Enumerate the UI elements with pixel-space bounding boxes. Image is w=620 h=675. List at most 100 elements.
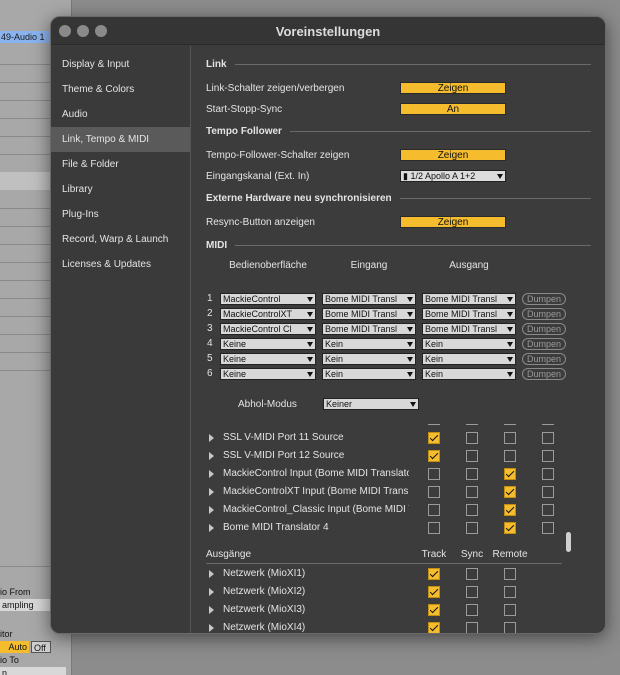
port-checkbox[interactable] bbox=[466, 486, 478, 498]
port-checkbox[interactable] bbox=[428, 468, 440, 480]
dump-button[interactable]: Dumpen bbox=[522, 353, 566, 365]
surface-select[interactable]: MackieControl bbox=[220, 293, 316, 305]
output-select[interactable]: Bome MIDI Transl bbox=[422, 293, 516, 305]
sidebar-item-file-folder[interactable]: File & Folder bbox=[51, 152, 190, 177]
input-select[interactable]: Kein bbox=[322, 338, 416, 350]
sidebar-item-theme-colors[interactable]: Theme & Colors bbox=[51, 77, 190, 102]
port-name: MackieControlXT Input (Bome MIDI Transla… bbox=[223, 486, 409, 497]
sidebar-item-audio[interactable]: Audio bbox=[51, 102, 190, 127]
port-checkbox[interactable] bbox=[466, 622, 478, 633]
port-checkbox[interactable] bbox=[504, 468, 516, 480]
dump-button[interactable]: Dumpen bbox=[522, 293, 566, 305]
disclosure-triangle-icon[interactable] bbox=[209, 434, 214, 442]
input-select[interactable]: Kein bbox=[322, 368, 416, 380]
link-toggle-button[interactable]: Zeigen bbox=[400, 82, 506, 94]
port-checkbox[interactable] bbox=[466, 450, 478, 462]
output-select[interactable]: Kein bbox=[422, 338, 516, 350]
port-checkbox[interactable] bbox=[542, 468, 554, 480]
chevron-down-icon bbox=[407, 342, 413, 347]
port-checkbox[interactable] bbox=[466, 586, 478, 598]
port-checkbox[interactable] bbox=[428, 504, 440, 516]
disclosure-triangle-icon[interactable] bbox=[209, 624, 214, 632]
select-text: Keine bbox=[223, 339, 247, 349]
dump-button[interactable]: Dumpen bbox=[522, 338, 566, 350]
tempo-follower-toggle-button[interactable]: Zeigen bbox=[400, 149, 506, 161]
output-select[interactable]: Kein bbox=[422, 368, 516, 380]
port-checkbox[interactable] bbox=[504, 432, 516, 444]
port-checkbox[interactable] bbox=[428, 432, 440, 444]
takeover-mode-select[interactable]: Keiner bbox=[323, 398, 419, 410]
port-checkbox[interactable] bbox=[504, 450, 516, 462]
port-checkbox[interactable] bbox=[428, 522, 440, 534]
surface-select[interactable]: MackieControl Cl bbox=[220, 323, 316, 335]
disclosure-triangle-icon[interactable] bbox=[209, 488, 214, 496]
monitor-auto-button[interactable]: Auto bbox=[0, 641, 29, 653]
sidebar-item-record-warp-launch[interactable]: Record, Warp & Launch bbox=[51, 227, 190, 252]
port-checkbox[interactable] bbox=[504, 604, 516, 616]
port-checkbox[interactable] bbox=[428, 604, 440, 616]
port-checkbox[interactable] bbox=[466, 604, 478, 616]
dump-button[interactable]: Dumpen bbox=[522, 368, 566, 380]
port-checkbox[interactable] bbox=[428, 486, 440, 498]
input-select[interactable]: Bome MIDI Transl bbox=[322, 293, 416, 305]
port-checkbox[interactable] bbox=[466, 504, 478, 516]
port-checkbox[interactable] bbox=[428, 586, 440, 598]
port-checkbox[interactable] bbox=[542, 522, 554, 534]
input-select[interactable]: Kein bbox=[322, 353, 416, 365]
sidebar-item-display-input[interactable]: Display & Input bbox=[51, 52, 190, 77]
sidebar-item-link-tempo-midi[interactable]: Link, Tempo & MIDI bbox=[51, 127, 190, 152]
port-checkbox[interactable] bbox=[466, 568, 478, 580]
midi-port-row: SSL V-MIDI Port 11 Source bbox=[206, 430, 595, 448]
sidebar-item-licenses-updates[interactable]: Licenses & Updates bbox=[51, 252, 190, 277]
port-checkbox[interactable] bbox=[542, 504, 554, 516]
chevron-down-icon bbox=[497, 174, 503, 179]
port-checkbox[interactable] bbox=[466, 468, 478, 480]
port-checkbox[interactable] bbox=[542, 450, 554, 462]
disclosure-triangle-icon[interactable] bbox=[209, 452, 214, 460]
column-header-mark bbox=[466, 424, 478, 425]
disclosure-triangle-icon[interactable] bbox=[209, 588, 214, 596]
output-select[interactable]: Bome MIDI Transl bbox=[422, 308, 516, 320]
disclosure-triangle-icon[interactable] bbox=[209, 506, 214, 514]
surface-select[interactable]: Keine bbox=[220, 368, 316, 380]
port-checkbox[interactable] bbox=[466, 522, 478, 534]
select-text: Kein bbox=[325, 354, 344, 364]
port-checkbox[interactable] bbox=[504, 586, 516, 598]
sidebar-item-library[interactable]: Library bbox=[51, 177, 190, 202]
input-channel-select[interactable]: ▮ 1/2 Apollo A 1+2 bbox=[400, 170, 506, 182]
sidebar-item-plug-ins[interactable]: Plug-Ins bbox=[51, 202, 190, 227]
output-select[interactable]: Bome MIDI Transl bbox=[422, 323, 516, 335]
port-checkbox[interactable] bbox=[542, 432, 554, 444]
audio-to-select[interactable]: n bbox=[0, 667, 66, 675]
disclosure-triangle-icon[interactable] bbox=[209, 570, 214, 578]
surface-select[interactable]: Keine bbox=[220, 338, 316, 350]
midi-port-row: Bome MIDI Translator 4 bbox=[206, 520, 595, 538]
port-checkbox[interactable] bbox=[542, 486, 554, 498]
surface-select[interactable]: Keine bbox=[220, 353, 316, 365]
surface-select[interactable]: MackieControlXT bbox=[220, 308, 316, 320]
dump-button[interactable]: Dumpen bbox=[522, 308, 566, 320]
port-checkbox[interactable] bbox=[428, 622, 440, 633]
port-checkbox[interactable] bbox=[504, 504, 516, 516]
chevron-down-icon bbox=[507, 312, 513, 317]
port-checkbox[interactable] bbox=[428, 450, 440, 462]
port-checkbox[interactable] bbox=[504, 522, 516, 534]
output-select[interactable]: Kein bbox=[422, 353, 516, 365]
port-checkbox[interactable] bbox=[428, 568, 440, 580]
input-select[interactable]: Bome MIDI Transl bbox=[322, 308, 416, 320]
port-checkbox[interactable] bbox=[504, 486, 516, 498]
dump-button[interactable]: Dumpen bbox=[522, 323, 566, 335]
port-checkbox[interactable] bbox=[504, 622, 516, 633]
monitor-off-button[interactable]: Off bbox=[31, 641, 51, 653]
titlebar: Voreinstellungen bbox=[51, 17, 605, 45]
input-select[interactable]: Bome MIDI Transl bbox=[322, 323, 416, 335]
disclosure-triangle-icon[interactable] bbox=[209, 524, 214, 532]
disclosure-triangle-icon[interactable] bbox=[209, 606, 214, 614]
port-checkbox[interactable] bbox=[466, 432, 478, 444]
port-checkbox[interactable] bbox=[504, 568, 516, 580]
start-stop-sync-button[interactable]: An bbox=[400, 103, 506, 115]
resync-button[interactable]: Zeigen bbox=[400, 216, 506, 228]
scrollbar-thumb[interactable] bbox=[566, 532, 571, 552]
disclosure-triangle-icon[interactable] bbox=[209, 470, 214, 478]
track-tag[interactable]: 49-Audio 1 bbox=[0, 31, 50, 43]
